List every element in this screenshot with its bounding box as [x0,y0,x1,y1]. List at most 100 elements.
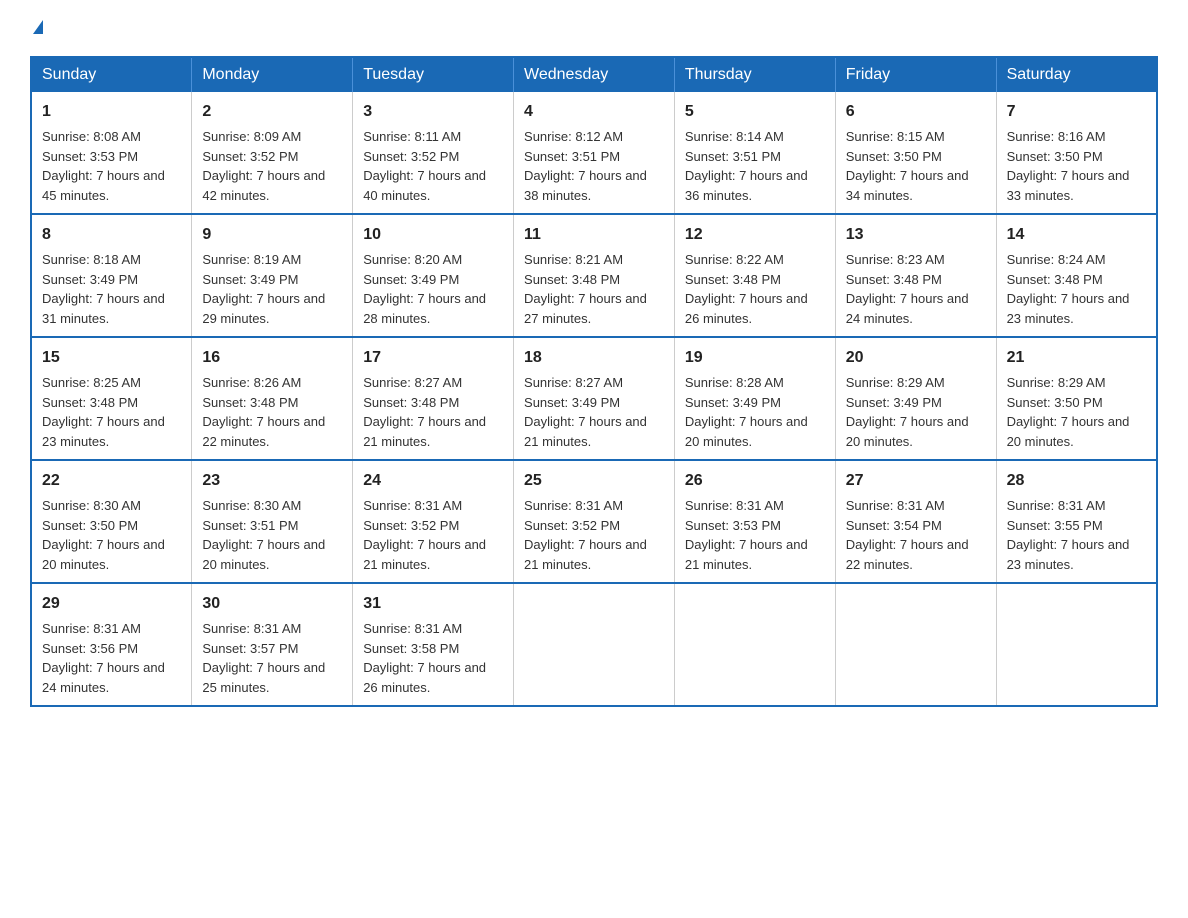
day-sunset: Sunset: 3:50 PM [846,149,942,164]
calendar-day-cell [835,583,996,706]
calendar-day-cell: 14 Sunrise: 8:24 AM Sunset: 3:48 PM Dayl… [996,214,1157,337]
day-number: 4 [524,100,664,124]
day-sunset: Sunset: 3:48 PM [42,395,138,410]
day-of-week-header: Thursday [674,57,835,92]
day-of-week-header: Monday [192,57,353,92]
calendar-table: SundayMondayTuesdayWednesdayThursdayFrid… [30,56,1158,707]
day-of-week-header: Saturday [996,57,1157,92]
day-of-week-header: Sunday [31,57,192,92]
calendar-day-cell: 2 Sunrise: 8:09 AM Sunset: 3:52 PM Dayli… [192,92,353,214]
day-number: 1 [42,100,181,124]
calendar-day-cell: 26 Sunrise: 8:31 AM Sunset: 3:53 PM Dayl… [674,460,835,583]
day-number: 15 [42,346,181,370]
day-daylight: Daylight: 7 hours and 22 minutes. [846,537,969,572]
day-daylight: Daylight: 7 hours and 26 minutes. [685,291,808,326]
day-of-week-header: Friday [835,57,996,92]
day-daylight: Daylight: 7 hours and 21 minutes. [524,537,647,572]
day-sunrise: Sunrise: 8:31 AM [363,621,462,636]
day-sunrise: Sunrise: 8:27 AM [524,375,623,390]
day-sunrise: Sunrise: 8:24 AM [1007,252,1106,267]
day-number: 3 [363,100,503,124]
day-daylight: Daylight: 7 hours and 22 minutes. [202,414,325,449]
day-sunrise: Sunrise: 8:16 AM [1007,129,1106,144]
day-sunset: Sunset: 3:53 PM [685,518,781,533]
day-number: 5 [685,100,825,124]
day-sunrise: Sunrise: 8:25 AM [42,375,141,390]
day-sunrise: Sunrise: 8:09 AM [202,129,301,144]
day-sunrise: Sunrise: 8:22 AM [685,252,784,267]
calendar-day-cell: 21 Sunrise: 8:29 AM Sunset: 3:50 PM Dayl… [996,337,1157,460]
day-sunrise: Sunrise: 8:31 AM [846,498,945,513]
calendar-day-cell: 18 Sunrise: 8:27 AM Sunset: 3:49 PM Dayl… [514,337,675,460]
day-daylight: Daylight: 7 hours and 31 minutes. [42,291,165,326]
day-daylight: Daylight: 7 hours and 28 minutes. [363,291,486,326]
day-number: 18 [524,346,664,370]
day-sunset: Sunset: 3:48 PM [202,395,298,410]
calendar-day-cell: 19 Sunrise: 8:28 AM Sunset: 3:49 PM Dayl… [674,337,835,460]
day-daylight: Daylight: 7 hours and 23 minutes. [1007,537,1130,572]
day-daylight: Daylight: 7 hours and 26 minutes. [363,660,486,695]
calendar-day-cell: 25 Sunrise: 8:31 AM Sunset: 3:52 PM Dayl… [514,460,675,583]
day-daylight: Daylight: 7 hours and 20 minutes. [42,537,165,572]
calendar-day-cell: 13 Sunrise: 8:23 AM Sunset: 3:48 PM Dayl… [835,214,996,337]
day-sunset: Sunset: 3:48 PM [1007,272,1103,287]
day-sunset: Sunset: 3:52 PM [202,149,298,164]
day-sunrise: Sunrise: 8:23 AM [846,252,945,267]
day-number: 27 [846,469,986,493]
day-daylight: Daylight: 7 hours and 20 minutes. [685,414,808,449]
calendar-day-cell: 7 Sunrise: 8:16 AM Sunset: 3:50 PM Dayli… [996,92,1157,214]
day-daylight: Daylight: 7 hours and 34 minutes. [846,168,969,203]
page-header [30,20,1158,36]
day-sunset: Sunset: 3:54 PM [846,518,942,533]
calendar-day-cell: 11 Sunrise: 8:21 AM Sunset: 3:48 PM Dayl… [514,214,675,337]
logo [30,20,43,36]
day-sunset: Sunset: 3:49 PM [846,395,942,410]
day-number: 25 [524,469,664,493]
calendar-day-cell: 24 Sunrise: 8:31 AM Sunset: 3:52 PM Dayl… [353,460,514,583]
day-sunset: Sunset: 3:49 PM [363,272,459,287]
calendar-day-cell: 16 Sunrise: 8:26 AM Sunset: 3:48 PM Dayl… [192,337,353,460]
day-number: 29 [42,592,181,616]
calendar-day-cell [674,583,835,706]
day-daylight: Daylight: 7 hours and 25 minutes. [202,660,325,695]
day-daylight: Daylight: 7 hours and 20 minutes. [1007,414,1130,449]
day-sunset: Sunset: 3:50 PM [42,518,138,533]
day-daylight: Daylight: 7 hours and 21 minutes. [363,537,486,572]
day-number: 20 [846,346,986,370]
day-number: 30 [202,592,342,616]
day-sunset: Sunset: 3:56 PM [42,641,138,656]
day-daylight: Daylight: 7 hours and 29 minutes. [202,291,325,326]
day-sunrise: Sunrise: 8:31 AM [1007,498,1106,513]
day-sunset: Sunset: 3:53 PM [42,149,138,164]
calendar-day-cell: 27 Sunrise: 8:31 AM Sunset: 3:54 PM Dayl… [835,460,996,583]
day-sunset: Sunset: 3:48 PM [846,272,942,287]
day-number: 9 [202,223,342,247]
day-sunrise: Sunrise: 8:29 AM [1007,375,1106,390]
day-number: 8 [42,223,181,247]
calendar-day-cell: 6 Sunrise: 8:15 AM Sunset: 3:50 PM Dayli… [835,92,996,214]
calendar-day-cell: 17 Sunrise: 8:27 AM Sunset: 3:48 PM Dayl… [353,337,514,460]
day-of-week-header: Wednesday [514,57,675,92]
day-sunset: Sunset: 3:57 PM [202,641,298,656]
day-sunrise: Sunrise: 8:31 AM [685,498,784,513]
calendar-day-cell: 31 Sunrise: 8:31 AM Sunset: 3:58 PM Dayl… [353,583,514,706]
calendar-day-cell: 28 Sunrise: 8:31 AM Sunset: 3:55 PM Dayl… [996,460,1157,583]
day-daylight: Daylight: 7 hours and 24 minutes. [42,660,165,695]
day-sunset: Sunset: 3:48 PM [685,272,781,287]
day-daylight: Daylight: 7 hours and 21 minutes. [524,414,647,449]
day-number: 6 [846,100,986,124]
day-sunrise: Sunrise: 8:15 AM [846,129,945,144]
calendar-week-row: 22 Sunrise: 8:30 AM Sunset: 3:50 PM Dayl… [31,460,1157,583]
day-number: 10 [363,223,503,247]
day-daylight: Daylight: 7 hours and 42 minutes. [202,168,325,203]
day-sunrise: Sunrise: 8:26 AM [202,375,301,390]
calendar-day-cell [996,583,1157,706]
day-of-week-header: Tuesday [353,57,514,92]
day-number: 21 [1007,346,1146,370]
calendar-week-row: 15 Sunrise: 8:25 AM Sunset: 3:48 PM Dayl… [31,337,1157,460]
calendar-day-cell: 30 Sunrise: 8:31 AM Sunset: 3:57 PM Dayl… [192,583,353,706]
calendar-day-cell: 4 Sunrise: 8:12 AM Sunset: 3:51 PM Dayli… [514,92,675,214]
day-sunrise: Sunrise: 8:14 AM [685,129,784,144]
calendar-header-row: SundayMondayTuesdayWednesdayThursdayFrid… [31,57,1157,92]
day-number: 24 [363,469,503,493]
